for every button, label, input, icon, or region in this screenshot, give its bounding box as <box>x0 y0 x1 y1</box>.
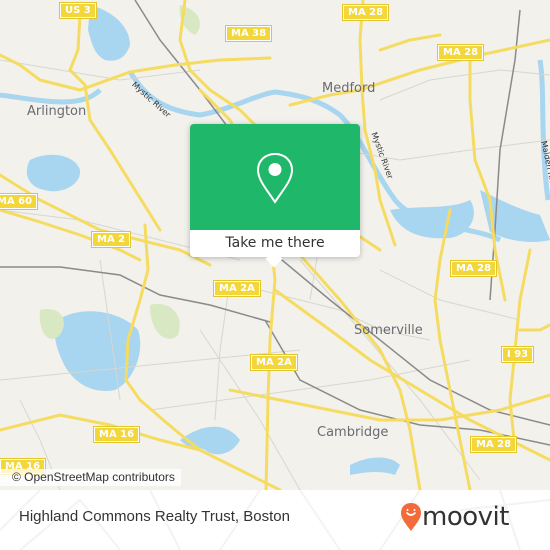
route-shield: MA 28 <box>436 44 485 61</box>
place-label-somerville: Somerville <box>354 323 423 338</box>
popup-header <box>190 124 360 230</box>
location-title: Highland Commons Realty Trust, Boston <box>19 508 290 525</box>
route-shield: MA 28 <box>449 260 498 277</box>
moovit-wordmark: moovit <box>422 502 509 532</box>
take-me-there-button[interactable]: Take me there <box>190 230 360 257</box>
map-pin-icon <box>256 152 294 204</box>
route-shield: MA 28 <box>341 4 390 21</box>
map-view[interactable]: US 3 MA 38 MA 28 MA 28 MA 60 MA 2 MA 2A … <box>0 0 550 490</box>
place-label-arlington: Arlington <box>27 104 87 119</box>
route-shield: MA 60 <box>0 193 39 210</box>
route-shield: MA 2 <box>90 231 132 248</box>
location-popup: Take me there <box>190 124 360 268</box>
place-label-cambridge: Cambridge <box>317 425 389 440</box>
route-shield: MA 28 <box>469 436 518 453</box>
place-label-medford: Medford <box>322 81 376 96</box>
moovit-pin-logo-icon <box>401 503 421 531</box>
footer-bar: Highland Commons Realty Trust, Boston mo… <box>0 490 550 550</box>
route-shield: MA 16 <box>92 426 141 443</box>
route-shield: US 3 <box>59 2 97 19</box>
route-shield: MA 2A <box>250 354 298 371</box>
map-attribution[interactable]: © OpenStreetMap contributors <box>0 469 181 486</box>
route-shield: MA 2A <box>213 280 261 297</box>
route-shield: I 93 <box>500 346 535 363</box>
route-shield: MA 38 <box>224 25 273 42</box>
